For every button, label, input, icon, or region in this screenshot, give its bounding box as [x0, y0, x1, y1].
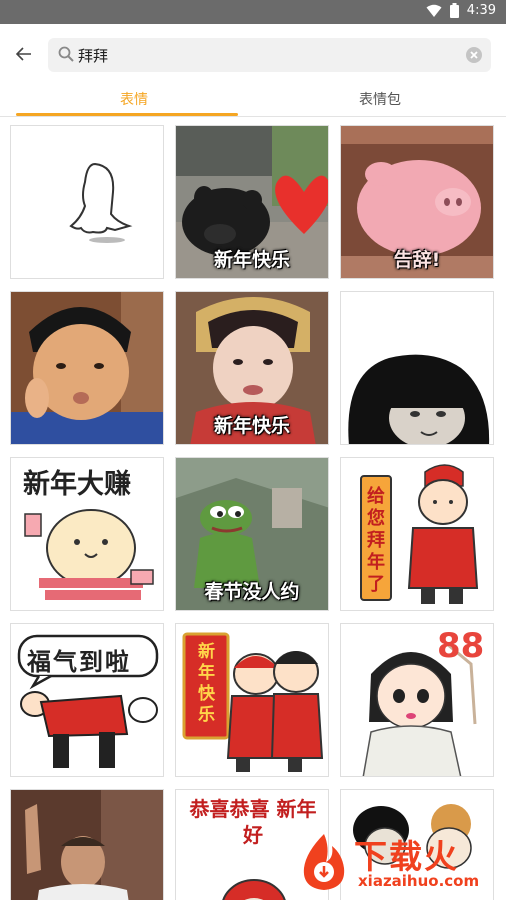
sticker-caption: 新年大赚 — [23, 469, 131, 500]
sticker-black-pig[interactable]: 新年快乐 — [175, 125, 329, 279]
watermark-url: xiazaihuo.com — [358, 872, 480, 890]
watermark: 下载火 xiazaihuo.com — [296, 828, 502, 894]
sticker-ghost[interactable] — [10, 125, 164, 279]
wifi-icon — [426, 4, 442, 18]
sticker-caption: 春节没人约 — [204, 581, 300, 603]
sticker-grid: 新年快乐 告辞! 新年快乐 新年大赚 春节没人约 给您拜年了 福气到啦 新年快乐… — [0, 117, 506, 900]
status-time: 4:39 — [466, 3, 496, 18]
sticker-caption: 告辞! — [393, 249, 441, 271]
bowl-cut-sticker-image — [341, 292, 493, 444]
sticker-crying-girl[interactable]: 新年快乐 — [175, 291, 329, 445]
waving-man-sticker-image — [11, 790, 163, 900]
clear-icon — [466, 47, 482, 63]
tab-indicator — [16, 113, 238, 116]
tab-sticker-packs[interactable]: 表情包 — [262, 82, 498, 116]
tab-stickers[interactable]: 表情 — [16, 82, 252, 116]
sticker-pink-pig[interactable]: 告辞! — [340, 125, 494, 279]
sticker-caption: 新年快乐 — [213, 249, 290, 271]
status-bar: 4:39 — [0, 0, 506, 24]
bowing-boy-sticker-image — [341, 458, 493, 610]
sticker-blessing-arrives[interactable]: 福气到啦 — [10, 623, 164, 777]
tab-bar: 表情 表情包 — [0, 82, 506, 117]
back-button[interactable] — [10, 40, 38, 68]
sticker-caption: 新年快乐 — [213, 415, 290, 437]
sticker-pepe-frog[interactable]: 春节没人约 — [175, 457, 329, 611]
sticker-caption: 88 — [437, 626, 485, 666]
sticker-couple-scroll[interactable]: 新年快乐 — [175, 623, 329, 777]
battery-icon — [449, 3, 459, 18]
sticker-88-boy[interactable]: 88 — [340, 623, 494, 777]
sticker-caption: 福气到啦 — [27, 648, 131, 676]
search-box[interactable] — [48, 38, 491, 72]
arrow-left-icon — [16, 47, 31, 61]
chubby-boy-sticker-image — [11, 292, 163, 444]
sticker-caption: 给您拜年了 — [367, 486, 385, 595]
sticker-bow-greeting[interactable]: 给您拜年了 — [340, 457, 494, 611]
ghost-sticker-image — [11, 126, 163, 278]
sticker-bowl-cut[interactable] — [340, 291, 494, 445]
search-input[interactable] — [78, 44, 448, 66]
flame-logo-icon — [303, 834, 345, 890]
clear-search-button[interactable] — [465, 46, 483, 64]
search-header — [0, 24, 506, 86]
search-icon — [58, 46, 74, 62]
sticker-caption: 新年快乐 — [198, 642, 215, 725]
sticker-chubby-boy[interactable] — [10, 291, 164, 445]
sticker-new-year-money[interactable]: 新年大赚 — [10, 457, 164, 611]
watermark-brand: 下载火 — [354, 837, 459, 876]
sticker-waving-man[interactable] — [10, 789, 164, 900]
